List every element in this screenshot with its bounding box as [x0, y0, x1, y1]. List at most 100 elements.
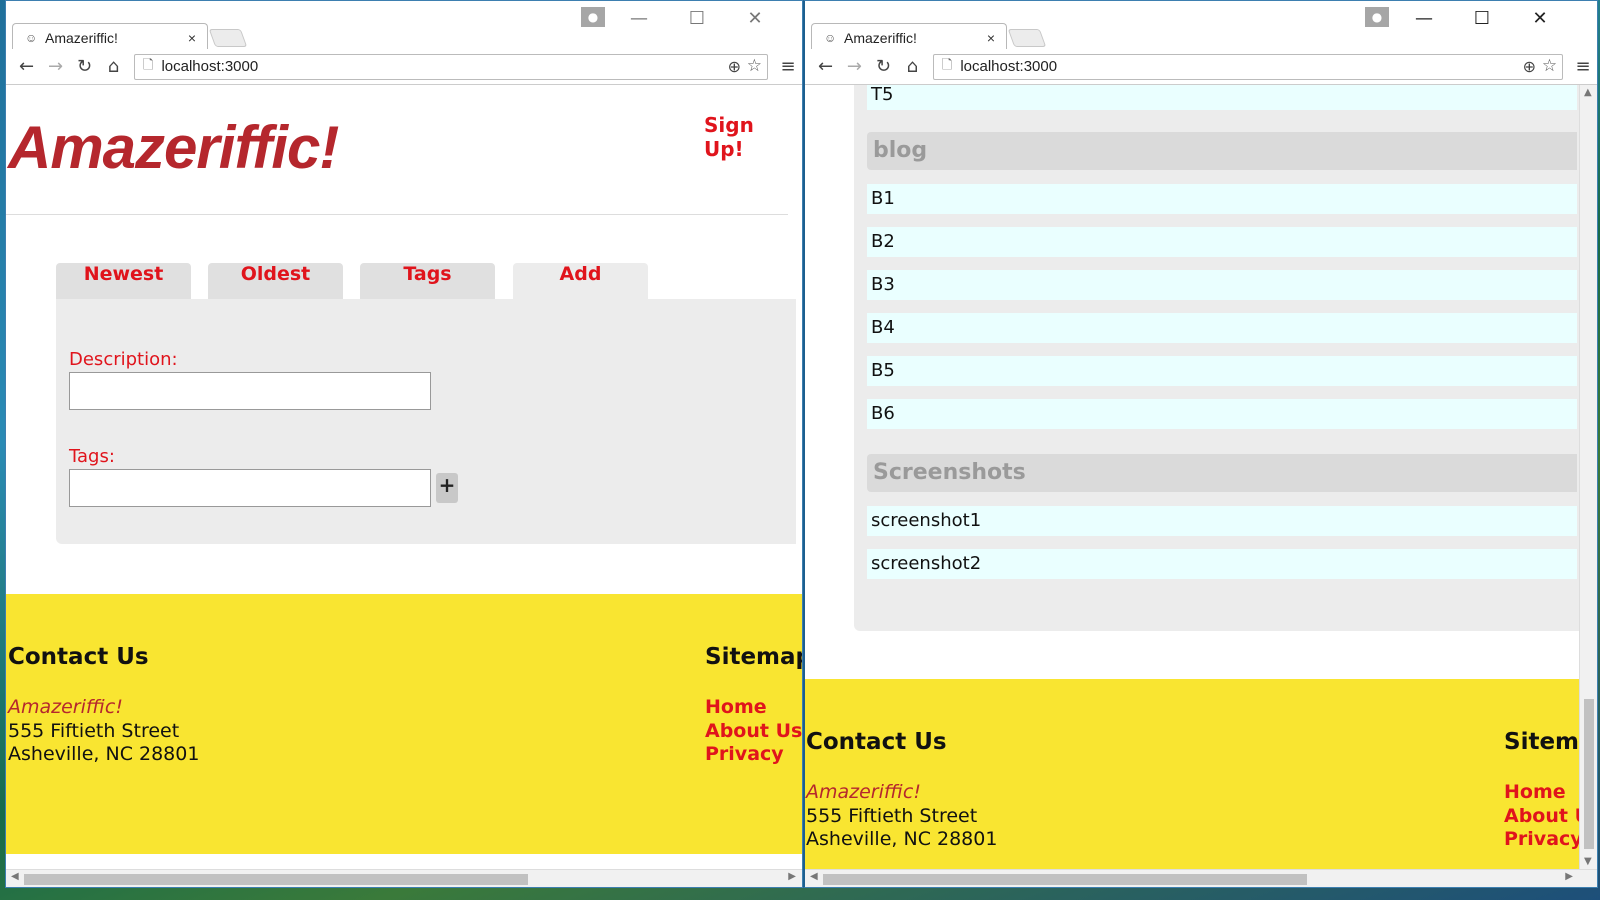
- page-viewport: Amazeriffic! Sign Up! Newest Oldest Tags…: [6, 85, 802, 887]
- page-footer: Contact Us Amazeriffic! 555 Fiftieth Str…: [6, 594, 802, 854]
- horizontal-scrollbar[interactable]: ◀ ▶: [6, 869, 802, 887]
- new-tab-button[interactable]: [208, 29, 248, 47]
- footer-street: 555 Fiftieth Street: [806, 805, 978, 827]
- address-bar[interactable]: 🗋 localhost:3000 ⊕ ☆: [932, 53, 1564, 80]
- tab-title: Amazeriffic!: [844, 29, 917, 46]
- footer-link-home[interactable]: Home: [705, 696, 767, 718]
- footer-link-privacy[interactable]: Privacy: [705, 743, 784, 765]
- list-item: screenshot2: [867, 549, 1577, 579]
- scroll-left-icon[interactable]: ◀: [11, 871, 19, 882]
- zoom-icon[interactable]: ⊕: [728, 57, 741, 77]
- footer-link-about[interactable]: About U: [1504, 805, 1590, 827]
- list-item: B6: [867, 399, 1577, 429]
- menu-icon[interactable]: ≡: [1569, 56, 1597, 77]
- browser-tab[interactable]: ☺ Amazeriffic! ×: [811, 23, 1007, 51]
- zoom-icon[interactable]: ⊕: [1523, 57, 1536, 77]
- forward-icon[interactable]: →: [41, 56, 70, 77]
- contact-heading: Contact Us: [806, 729, 947, 755]
- tags-panel: T5 blog B1 B2 B3 B4 B5 B6 Screenshots sc…: [854, 85, 1584, 631]
- bookmark-star-icon[interactable]: ☆: [1542, 56, 1557, 76]
- browser-toolbar: ← → ↻ ⌂ 🗋 localhost:3000 ⊕ ☆ ≡: [6, 49, 802, 85]
- tags-input[interactable]: [69, 469, 431, 507]
- page-favicon-icon: ☺: [824, 30, 837, 45]
- page-viewport: T5 blog B1 B2 B3 B4 B5 B6 Screenshots sc…: [805, 85, 1597, 887]
- browser-toolbar: ← → ↻ ⌂ 🗋 localhost:3000 ⊕ ☆ ≡: [805, 49, 1597, 85]
- maximize-icon[interactable]: ☐: [1453, 7, 1511, 31]
- url-text: localhost:3000: [161, 58, 259, 75]
- tab-strip: ☺ Amazeriffic! × ● — ☐ ✕: [6, 1, 802, 51]
- tag-group-heading: Screenshots: [867, 454, 1577, 492]
- footer-city: Asheville, NC 28801: [8, 743, 200, 765]
- profile-icon[interactable]: ●: [1365, 7, 1389, 27]
- scroll-right-icon[interactable]: ▶: [1565, 871, 1573, 882]
- page-favicon-icon: ☺: [25, 30, 38, 45]
- description-label: Description:: [69, 349, 178, 370]
- footer-company: Amazeriffic!: [806, 781, 921, 803]
- profile-icon[interactable]: ●: [581, 7, 605, 27]
- tab-tags[interactable]: Tags: [360, 263, 495, 299]
- reload-icon[interactable]: ↻: [869, 56, 898, 77]
- site-logo: Amazeriffic!: [8, 114, 339, 181]
- add-tag-button[interactable]: +: [436, 473, 458, 503]
- contact-heading: Contact Us: [8, 644, 149, 670]
- bookmark-star-icon[interactable]: ☆: [747, 56, 762, 76]
- browser-window-left: ☺ Amazeriffic! × ● — ☐ ✕ ← → ↻ ⌂ 🗋 local…: [5, 0, 803, 888]
- tags-label: Tags:: [69, 446, 115, 467]
- tab-strip: ☺ Amazeriffic! × ● — ☐ ✕: [805, 1, 1597, 51]
- footer-city: Asheville, NC 28801: [806, 828, 998, 850]
- scrollbar-thumb[interactable]: [24, 874, 528, 885]
- tab-add[interactable]: Add: [513, 263, 648, 299]
- tab-oldest[interactable]: Oldest: [208, 263, 343, 299]
- address-bar[interactable]: 🗋 localhost:3000 ⊕ ☆: [134, 53, 768, 80]
- tab-newest[interactable]: Newest: [56, 263, 191, 299]
- footer-company: Amazeriffic!: [8, 696, 123, 718]
- vertical-scrollbar[interactable]: ▲ ▼: [1579, 85, 1597, 869]
- scroll-down-icon[interactable]: ▼: [1584, 856, 1592, 867]
- horizontal-scrollbar[interactable]: ◀ ▶: [805, 869, 1597, 887]
- list-item: B4: [867, 313, 1577, 343]
- footer-link-home[interactable]: Home: [1504, 781, 1566, 803]
- browser-tab[interactable]: ☺ Amazeriffic! ×: [12, 23, 208, 51]
- back-icon[interactable]: ←: [811, 56, 840, 77]
- back-icon[interactable]: ←: [12, 56, 41, 77]
- maximize-icon[interactable]: ☐: [668, 7, 726, 31]
- scrollbar-thumb[interactable]: [823, 874, 1307, 885]
- url-text: localhost:3000: [960, 58, 1058, 75]
- minimize-icon[interactable]: —: [1395, 7, 1453, 31]
- scrollbar-thumb[interactable]: [1584, 699, 1594, 849]
- new-tab-button[interactable]: [1007, 29, 1047, 47]
- footer-link-privacy[interactable]: Privacy: [1504, 828, 1583, 850]
- list-item: B3: [867, 270, 1577, 300]
- sitemap-heading: Sitem: [1504, 729, 1580, 755]
- list-item: screenshot1: [867, 506, 1577, 536]
- tab-close-icon[interactable]: ×: [982, 30, 1000, 46]
- minimize-icon[interactable]: —: [610, 7, 668, 31]
- list-item: T5: [867, 85, 1577, 110]
- page-footer: Contact Us Amazeriffic! 555 Fiftieth Str…: [805, 679, 1597, 879]
- footer-street: 555 Fiftieth Street: [8, 720, 180, 742]
- description-input[interactable]: [69, 372, 431, 410]
- tab-title: Amazeriffic!: [45, 29, 118, 46]
- page-icon: 🗋: [941, 56, 953, 72]
- page-icon: 🗋: [143, 56, 154, 72]
- reload-icon[interactable]: ↻: [70, 56, 99, 77]
- scroll-right-icon[interactable]: ▶: [788, 871, 796, 882]
- list-item: B5: [867, 356, 1577, 386]
- page-header: Amazeriffic! Sign Up!: [6, 85, 788, 215]
- list-item: B1: [867, 184, 1577, 214]
- list-item: B2: [867, 227, 1577, 257]
- signup-link[interactable]: Sign Up!: [704, 113, 788, 161]
- footer-link-about[interactable]: About Us: [705, 720, 802, 742]
- tab-close-icon[interactable]: ×: [183, 30, 201, 46]
- menu-icon[interactable]: ≡: [774, 56, 802, 77]
- add-form-panel: Description: Tags: +: [56, 299, 796, 544]
- close-window-icon[interactable]: ✕: [1511, 7, 1569, 31]
- scroll-left-icon[interactable]: ◀: [810, 871, 818, 882]
- window-controls: — ☐ ✕: [610, 7, 784, 31]
- home-icon[interactable]: ⌂: [99, 56, 128, 77]
- tag-group-heading: blog: [867, 132, 1577, 170]
- scroll-up-icon[interactable]: ▲: [1584, 87, 1592, 98]
- close-window-icon[interactable]: ✕: [726, 7, 784, 31]
- forward-icon[interactable]: →: [840, 56, 869, 77]
- home-icon[interactable]: ⌂: [898, 56, 927, 77]
